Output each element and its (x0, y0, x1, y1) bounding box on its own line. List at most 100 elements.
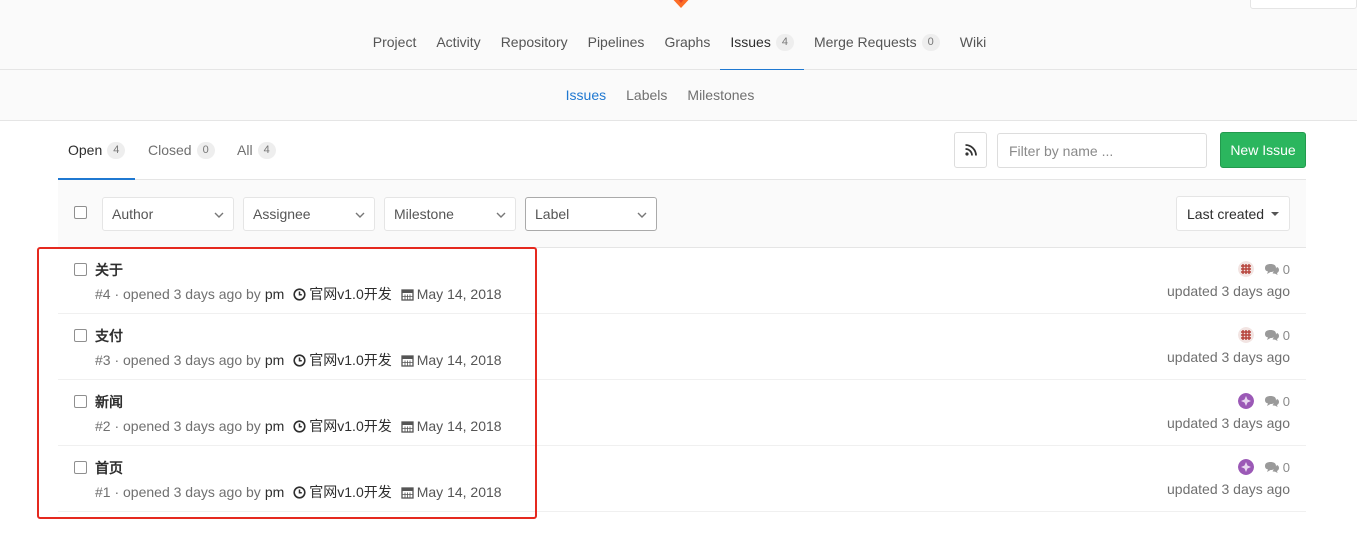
issues-subnav: Issues Labels Milestones (0, 70, 1357, 121)
author-dropdown[interactable]: Author (102, 197, 234, 231)
project-nav-tabs: Project Activity Repository Pipelines Gr… (0, 0, 1357, 71)
calendar-icon (401, 354, 414, 367)
nav-graphs[interactable]: Graphs (654, 0, 720, 70)
closed-count-badge: 0 (196, 141, 215, 159)
issue-ref: #3 (95, 352, 111, 368)
issue-title-link[interactable]: 新闻 (95, 392, 123, 412)
clock-icon (293, 485, 306, 499)
issue-title-link[interactable]: 关于 (95, 260, 123, 280)
issue-milestone-link[interactable]: 官网v1.0开发 (293, 284, 392, 304)
nav-activity-label: Activity (436, 34, 481, 50)
chevron-down-icon (637, 212, 647, 218)
issue-due-date: May 14, 2018 (401, 352, 502, 368)
issue-milestone-link[interactable]: 官网v1.0开发 (293, 416, 392, 436)
sort-dropdown-label: Last created (1187, 205, 1265, 222)
filter-by-name-input[interactable] (997, 133, 1207, 168)
issue-milestone-link[interactable]: 官网v1.0开发 (293, 350, 392, 370)
issue-milestone-link[interactable]: 官网v1.0开发 (293, 482, 392, 502)
select-all-checkbox[interactable] (74, 206, 87, 219)
assignee-avatar[interactable] (1237, 261, 1254, 277)
issue-title-link[interactable]: 首页 (95, 458, 123, 478)
issue-comment-count: 0 (1282, 459, 1290, 475)
issue-row: 首页 #1 · opened 3 days ago by pm 官网v1.0开发… (58, 446, 1306, 512)
calendar-icon (401, 420, 414, 433)
issue-author-link[interactable]: pm (265, 352, 284, 368)
chevron-down-icon (355, 212, 365, 218)
calendar-icon (401, 486, 414, 499)
issue-row: 支付 #3 · opened 3 days ago by pm 官网v1.0开发… (58, 314, 1306, 380)
issue-comments[interactable]: 0 (1264, 394, 1290, 409)
sort-dropdown[interactable]: Last created (1176, 196, 1290, 231)
milestone-dropdown-label: Milestone (394, 206, 454, 222)
issue-comment-count: 0 (1282, 393, 1290, 409)
issue-checkbox[interactable] (74, 461, 87, 474)
tab-all-label: All (237, 142, 253, 158)
nav-issues[interactable]: Issues 4 (720, 0, 804, 71)
rss-button[interactable] (954, 132, 987, 168)
issue-comments[interactable]: 0 (1264, 262, 1290, 277)
issue-milestone-label: 官网v1.0开发 (309, 484, 392, 500)
issue-right-meta: 0 updated 3 days ago (1167, 327, 1290, 365)
assignee-avatar[interactable] (1237, 393, 1254, 409)
tab-all[interactable]: All 4 (227, 121, 286, 179)
issue-opened-text: · opened 3 days ago by (114, 484, 261, 500)
issue-meta: #4 · opened 3 days ago by pm 官网v1.0开发 Ma… (95, 284, 502, 304)
label-dropdown-label: Label (535, 206, 570, 222)
nav-pipelines[interactable]: Pipelines (578, 0, 655, 70)
nav-wiki[interactable]: Wiki (950, 0, 996, 70)
nav-merge-requests[interactable]: Merge Requests 0 (804, 0, 950, 70)
milestone-dropdown[interactable]: Milestone (384, 197, 516, 231)
subnav-milestones[interactable]: Milestones (677, 87, 764, 103)
assignee-dropdown[interactable]: Assignee (243, 197, 375, 231)
issue-due-date: May 14, 2018 (401, 418, 502, 434)
nav-project[interactable]: Project (363, 0, 427, 70)
issue-comments[interactable]: 0 (1264, 460, 1290, 475)
issue-milestone-label: 官网v1.0开发 (309, 418, 392, 434)
caret-down-icon (1271, 212, 1279, 216)
clock-icon (293, 287, 306, 301)
open-count-badge: 4 (107, 141, 126, 159)
assignee-avatar[interactable] (1237, 459, 1254, 475)
nav-merge-requests-label: Merge Requests (813, 34, 917, 50)
issue-title-link[interactable]: 支付 (95, 326, 123, 346)
calendar-icon (401, 288, 414, 301)
merge-requests-count-badge: 0 (921, 33, 940, 51)
tab-closed[interactable]: Closed 0 (138, 121, 225, 179)
clock-icon (293, 353, 306, 367)
issue-row: 关于 #4 · opened 3 days ago by pm 官网v1.0开发… (58, 248, 1306, 314)
tab-open[interactable]: Open 4 (58, 121, 136, 180)
issue-ref: #2 (95, 418, 111, 434)
tab-closed-label: Closed (148, 142, 192, 158)
tab-open-label: Open (68, 142, 103, 158)
issue-checkbox[interactable] (74, 329, 87, 342)
issue-meta: #3 · opened 3 days ago by pm 官网v1.0开发 Ma… (95, 350, 502, 370)
issue-author-link[interactable]: pm (265, 418, 284, 434)
subnav-issues[interactable]: Issues (556, 87, 616, 103)
issue-comment-count: 0 (1282, 261, 1290, 277)
nav-repository[interactable]: Repository (491, 0, 578, 70)
issue-comment-count: 0 (1282, 327, 1290, 343)
nav-pipelines-label: Pipelines (587, 34, 645, 50)
assignee-avatar[interactable] (1237, 327, 1254, 343)
issue-due-date-label: May 14, 2018 (416, 484, 502, 500)
issue-due-date-label: May 14, 2018 (416, 352, 502, 368)
issues-state-bar: Open 4 Closed 0 All 4 New Issue (58, 121, 1306, 180)
new-issue-button[interactable]: New Issue (1220, 132, 1306, 168)
issue-checkbox[interactable] (74, 263, 87, 276)
issue-author-link[interactable]: pm (265, 484, 284, 500)
issue-updated: updated 3 days ago (1167, 415, 1290, 431)
nav-activity[interactable]: Activity (426, 0, 490, 70)
comments-icon (1264, 264, 1279, 275)
issue-milestone-label: 官网v1.0开发 (309, 286, 392, 302)
nav-wiki-label: Wiki (959, 34, 987, 50)
issue-milestone-label: 官网v1.0开发 (309, 352, 392, 368)
subnav-labels[interactable]: Labels (616, 87, 677, 103)
issue-author-link[interactable]: pm (265, 286, 284, 302)
issue-opened-text: · opened 3 days ago by (114, 352, 261, 368)
all-count-badge: 4 (257, 141, 276, 159)
issue-comments[interactable]: 0 (1264, 328, 1290, 343)
issue-updated: updated 3 days ago (1167, 283, 1290, 299)
issue-checkbox[interactable] (74, 395, 87, 408)
label-dropdown[interactable]: Label (525, 197, 657, 231)
issue-opened-text: · opened 3 days ago by (114, 418, 261, 434)
